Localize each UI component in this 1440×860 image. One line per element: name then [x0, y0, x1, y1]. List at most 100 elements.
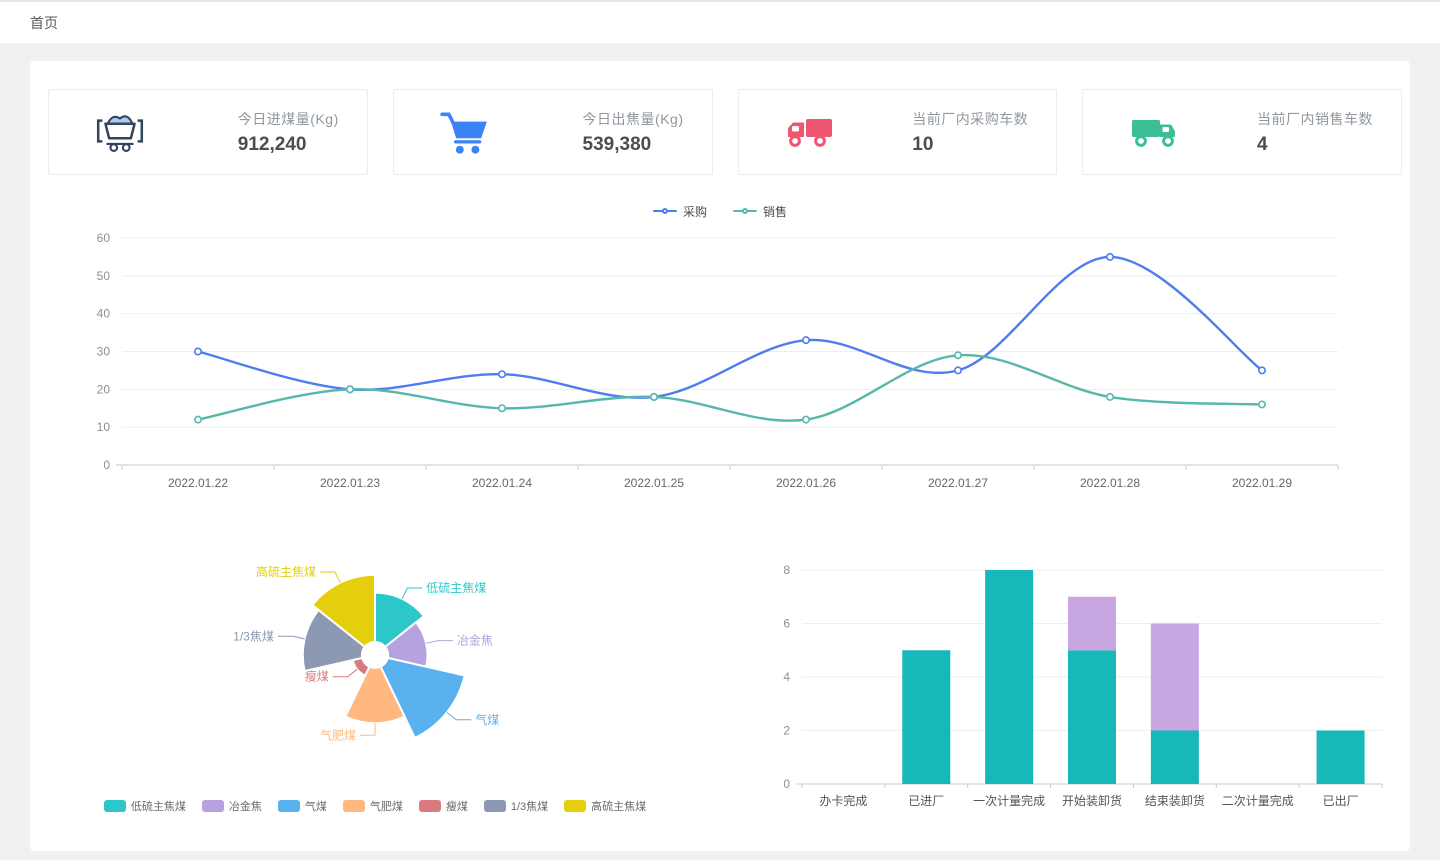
stat-label: 今日进煤量(Kg)	[238, 109, 339, 129]
data-point[interactable]	[347, 386, 353, 392]
stat-text-block: 今日进煤量(Kg) 912,240	[238, 109, 339, 156]
data-point[interactable]	[195, 416, 201, 422]
axis-label: 40	[97, 307, 111, 321]
stat-label: 今日出焦量(Kg)	[583, 109, 684, 129]
breadcrumb[interactable]: 首页	[30, 13, 58, 33]
axis-label: 2022.01.23	[320, 476, 380, 490]
pie-label-line	[278, 636, 305, 639]
axis-label: 结束装卸货	[1145, 793, 1205, 808]
legend-label: 气肥煤	[370, 798, 403, 814]
data-point[interactable]	[1259, 367, 1265, 373]
stat-text-block: 今日出焦量(Kg) 539,380	[583, 109, 684, 156]
data-point[interactable]	[955, 352, 961, 358]
line-chart-legend: 采购 销售	[30, 203, 1410, 219]
purchase-sales-line-chart[interactable]: 01020304050602022.01.222022.01.232022.01…	[30, 221, 1410, 506]
bar-segment-开始装卸货[interactable]	[1068, 597, 1116, 651]
shopping-cart-icon	[436, 109, 494, 155]
pie-legend-item-气肥煤[interactable]: 气肥煤	[343, 798, 403, 814]
axis-label: 6	[783, 617, 790, 631]
pie-label-line	[320, 572, 340, 583]
pie-legend-item-高硫主焦煤[interactable]: 高硫主焦煤	[564, 798, 646, 814]
legend-label: 高硫主焦煤	[591, 798, 646, 814]
legend-swatch	[278, 800, 300, 812]
data-point[interactable]	[499, 405, 505, 411]
pie-label-line	[360, 723, 375, 735]
axis-label: 2	[783, 724, 790, 738]
stat-card-coke-out: 今日出焦量(Kg) 539,380	[393, 89, 713, 175]
legend-swatch	[419, 800, 441, 812]
axis-label: 30	[97, 345, 111, 359]
bar-segment-开始装卸货[interactable]	[1068, 650, 1116, 784]
breadcrumb-bar: 首页	[0, 2, 1440, 44]
pie-label-高硫主焦煤: 高硫主焦煤	[256, 564, 316, 579]
stat-text-block: 当前厂内采购车数 10	[912, 109, 1028, 156]
truck-out-icon	[1125, 111, 1183, 153]
pie-label-line	[402, 588, 422, 599]
line-series-采购[interactable]	[198, 257, 1262, 398]
legend-label: 气煤	[305, 798, 327, 814]
stat-value: 912,240	[238, 134, 339, 156]
axis-label: 2022.01.22	[168, 476, 228, 490]
legend-swatch	[202, 800, 224, 812]
pie-legend-item-1/3焦煤[interactable]: 1/3焦煤	[484, 798, 548, 814]
data-point[interactable]	[651, 394, 657, 400]
line-series-销售[interactable]	[198, 355, 1262, 421]
data-point[interactable]	[803, 416, 809, 422]
legend-swatch	[564, 800, 586, 812]
axis-label: 2022.01.28	[1080, 476, 1140, 490]
pie-label-气肥煤: 气肥煤	[320, 727, 356, 742]
stat-text-block: 当前厂内销售车数 4	[1257, 109, 1373, 156]
data-point[interactable]	[803, 337, 809, 343]
legend-marker-dot	[742, 208, 748, 214]
data-point[interactable]	[1107, 254, 1113, 260]
axis-label: 一次计量完成	[973, 793, 1045, 808]
pie-legend-item-气煤[interactable]: 气煤	[278, 798, 327, 814]
pie-label-冶金焦: 冶金焦	[457, 633, 493, 648]
legend-label: 采购	[683, 203, 707, 220]
pie-legend-item-瘦煤[interactable]: 瘦煤	[419, 798, 468, 814]
axis-label: 2022.01.24	[472, 476, 532, 490]
data-point[interactable]	[955, 367, 961, 373]
data-point[interactable]	[195, 348, 201, 354]
coal-type-rose-chart[interactable]: 低硫主焦煤冶金焦气煤气肥煤瘦煤1/3焦煤高硫主焦煤	[30, 552, 720, 787]
legend-item-采购[interactable]: 采购	[653, 203, 707, 220]
pie-slice-瘦煤[interactable]	[353, 658, 370, 676]
pie-label-1/3焦煤: 1/3焦煤	[233, 629, 274, 643]
bar-segment-已进厂[interactable]	[902, 650, 950, 784]
axis-label: 已进厂	[908, 794, 944, 808]
pie-label-line	[426, 641, 453, 644]
axis-label: 60	[97, 231, 111, 245]
axis-label: 2022.01.29	[1232, 476, 1292, 490]
truck-status-bar-chart[interactable]: 02468办卡完成已进厂一次计量完成开始装卸货结束装卸货二次计量完成已出厂	[760, 552, 1400, 817]
bar-segment-一次计量完成[interactable]	[985, 570, 1033, 784]
legend-swatch	[484, 800, 506, 812]
legend-item-销售[interactable]: 销售	[733, 203, 787, 220]
mine-cart-icon	[91, 109, 149, 155]
legend-label: 销售	[763, 203, 787, 220]
legend-marker	[733, 210, 757, 212]
legend-swatch	[104, 800, 126, 812]
bar-segment-结束装卸货[interactable]	[1151, 731, 1199, 785]
legend-label: 低硫主焦煤	[131, 798, 186, 814]
stat-value: 10	[912, 134, 1028, 156]
axis-label: 8	[783, 563, 790, 577]
axis-label: 二次计量完成	[1222, 793, 1294, 808]
truck-in-icon	[781, 111, 839, 153]
stat-label: 当前厂内销售车数	[1257, 109, 1373, 129]
axis-label: 20	[97, 382, 111, 396]
bar-segment-结束装卸货[interactable]	[1151, 624, 1199, 731]
bar-segment-已出厂[interactable]	[1317, 731, 1365, 785]
pie-label-line	[333, 669, 357, 676]
pie-legend-item-冶金焦[interactable]: 冶金焦	[202, 798, 262, 814]
stat-cards-row: 今日进煤量(Kg) 912,240 今日出焦量(Kg) 539,380	[30, 61, 1410, 175]
pie-legend-item-低硫主焦煤[interactable]: 低硫主焦煤	[104, 798, 186, 814]
data-point[interactable]	[1107, 394, 1113, 400]
axis-label: 4	[783, 670, 790, 684]
data-point[interactable]	[1259, 401, 1265, 407]
axis-label: 已出厂	[1323, 794, 1359, 808]
axis-label: 0	[103, 458, 110, 472]
axis-label: 开始装卸货	[1062, 793, 1122, 808]
pie-label-低硫主焦煤: 低硫主焦煤	[426, 580, 486, 595]
stat-value: 539,380	[583, 134, 684, 156]
data-point[interactable]	[499, 371, 505, 377]
